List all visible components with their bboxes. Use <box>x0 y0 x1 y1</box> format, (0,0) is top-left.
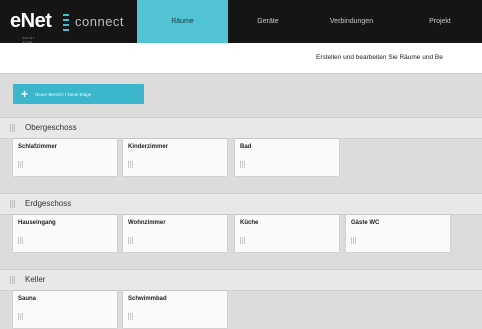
room-card[interactable]: Kinderzimmer <box>123 139 227 176</box>
drag-handle-icon[interactable] <box>351 237 356 244</box>
tab-label: Projekt <box>429 18 451 25</box>
logo-wordmark: eNet <box>10 10 52 32</box>
drag-handle-icon[interactable] <box>18 237 23 244</box>
drag-handle-icon[interactable] <box>18 313 23 320</box>
room-name: Küche <box>240 220 259 226</box>
tab-raeume[interactable]: Räume <box>137 0 228 43</box>
top-navigation-bar: eNet connect SMART HOME Räume Geräte Ver… <box>0 0 482 44</box>
floor-section-keller: Keller Sauna Schwimmbad <box>0 269 482 329</box>
section-header[interactable]: Keller <box>0 269 482 291</box>
room-card[interactable]: Schwimmbad <box>123 291 227 328</box>
room-card[interactable]: Schlafzimmer <box>13 139 117 176</box>
section-title: Erdgeschoss <box>25 199 72 208</box>
tab-label: Verbindungen <box>329 18 374 25</box>
room-name: Bad <box>240 144 252 150</box>
room-card[interactable]: Küche <box>235 215 339 252</box>
floor-section-erdgeschoss: Erdgeschoss Hauseingang Wohnzimmer Küche… <box>0 193 482 263</box>
drag-handle-icon[interactable] <box>128 161 133 168</box>
logo-bars-icon <box>63 14 69 31</box>
tab-verbindungen[interactable]: Verbindungen <box>310 0 393 43</box>
section-header[interactable]: Obergeschoss <box>0 117 482 139</box>
drag-handle-icon[interactable] <box>240 161 245 168</box>
room-name: Gäste WC <box>351 220 380 226</box>
room-name: Wohnzimmer <box>128 220 166 226</box>
page-description: Erstellen und bearbeiten Sie Räume und B… <box>316 54 443 61</box>
room-card[interactable]: Bad <box>235 139 339 176</box>
tab-projekt[interactable]: Projekt <box>398 0 482 43</box>
page-description-bar: Erstellen und bearbeiten Sie Räume und B… <box>0 43 482 74</box>
drag-handle-icon[interactable] <box>10 200 15 208</box>
drag-handle-icon[interactable] <box>18 161 23 168</box>
drag-handle-icon[interactable] <box>128 237 133 244</box>
section-title: Keller <box>25 275 46 284</box>
drag-handle-icon[interactable] <box>10 124 15 132</box>
drag-handle-icon[interactable] <box>240 237 245 244</box>
floor-section-obergeschoss: Obergeschoss Schlafzimmer Kinderzimmer B… <box>0 117 482 187</box>
room-name: Schlafzimmer <box>18 144 58 150</box>
drag-handle-icon[interactable] <box>10 276 15 284</box>
tab-label: Geräte <box>257 18 279 25</box>
room-name: Sauna <box>18 296 37 302</box>
room-card[interactable]: Sauna <box>13 291 117 328</box>
tab-label: Räume <box>171 18 194 25</box>
drag-handle-icon[interactable] <box>128 313 133 320</box>
room-name: Kinderzimmer <box>128 144 169 150</box>
section-title: Obergeschoss <box>25 123 77 132</box>
room-name: Hauseingang <box>18 220 56 226</box>
add-area-floor-button[interactable]: + Neuer Bereich / Neue Etage <box>13 84 144 104</box>
logo-product-name: connect <box>75 14 125 29</box>
tab-geraete[interactable]: Geräte <box>228 0 308 43</box>
room-name: Schwimmbad <box>128 296 167 302</box>
plus-icon: + <box>21 87 29 101</box>
room-card[interactable]: Wohnzimmer <box>123 215 227 252</box>
room-card[interactable]: Gäste WC <box>346 215 450 252</box>
add-button-label: Neuer Bereich / Neue Etage <box>35 91 92 97</box>
section-header[interactable]: Erdgeschoss <box>0 193 482 215</box>
room-card[interactable]: Hauseingang <box>13 215 117 252</box>
